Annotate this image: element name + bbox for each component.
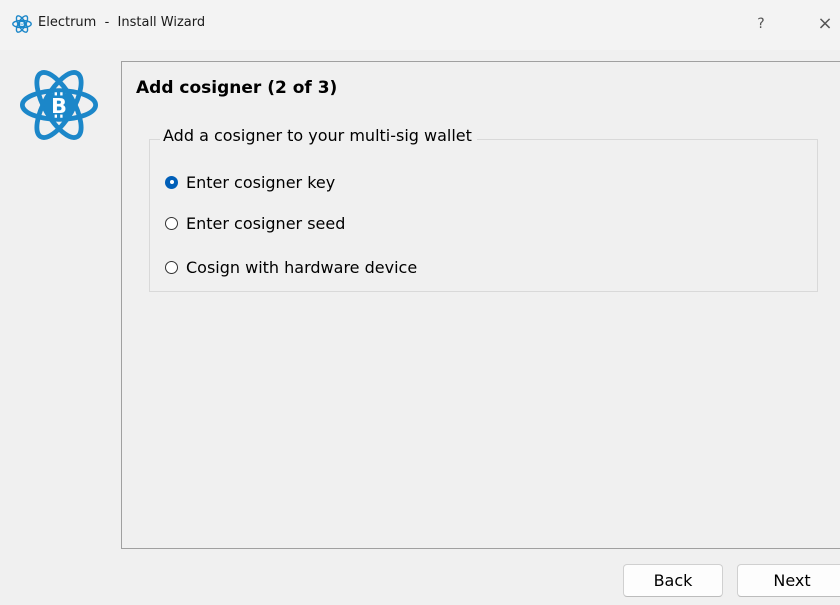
install-wizard-window: B Electrum - Install Wizard ? × B Add co…	[0, 0, 840, 605]
title-bar[interactable]: B Electrum - Install Wizard ? ×	[0, 0, 840, 50]
option-label: Enter cosigner seed	[186, 213, 346, 233]
group-title: Add a cosigner to your multi-sig wallet	[160, 126, 477, 145]
close-icon[interactable]: ×	[810, 10, 840, 38]
svg-text:B: B	[20, 22, 24, 28]
radio-unchecked-icon[interactable]	[165, 216, 178, 230]
next-button[interactable]: Next	[737, 564, 840, 597]
electrum-logo-icon: B	[19, 70, 99, 140]
option-label: Enter cosigner key	[186, 172, 336, 192]
option-label: Cosign with hardware device	[186, 257, 418, 277]
svg-text:B: B	[51, 94, 67, 118]
option-enter-cosigner-seed[interactable]: Enter cosigner seed	[165, 211, 345, 235]
window-title: Electrum - Install Wizard	[38, 15, 206, 30]
wizard-content-panel: Add cosigner (2 of 3) Add a cosigner to …	[121, 61, 840, 549]
option-enter-cosigner-key[interactable]: Enter cosigner key	[165, 170, 335, 194]
page-title: Add cosigner (2 of 3)	[136, 78, 338, 98]
back-button[interactable]: Back	[623, 564, 723, 597]
radio-checked-icon[interactable]	[165, 175, 178, 189]
help-button[interactable]: ?	[746, 10, 776, 38]
electrum-logo-icon: B	[12, 15, 32, 33]
radio-unchecked-icon[interactable]	[165, 260, 178, 274]
option-cosign-hardware-device[interactable]: Cosign with hardware device	[165, 255, 417, 279]
